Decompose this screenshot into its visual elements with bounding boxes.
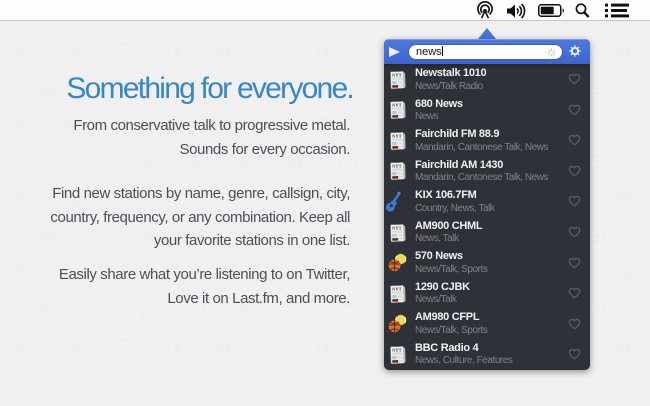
svg-text:NYT: NYT bbox=[392, 225, 402, 230]
svg-text:NYT: NYT bbox=[392, 103, 402, 108]
svg-text:NYT: NYT bbox=[392, 133, 402, 138]
svg-text:NYT: NYT bbox=[392, 286, 402, 291]
svg-text:NYT: NYT bbox=[392, 72, 402, 77]
svg-text:NYT: NYT bbox=[392, 347, 402, 352]
svg-text:NYT: NYT bbox=[392, 164, 402, 169]
